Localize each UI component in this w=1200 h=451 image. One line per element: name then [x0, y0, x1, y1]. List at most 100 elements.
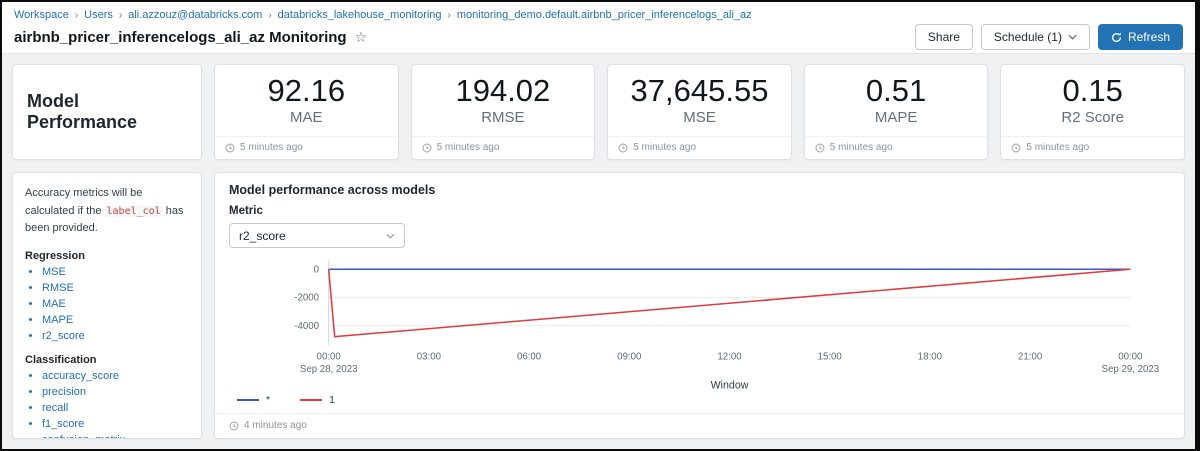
history-clock-icon — [618, 143, 628, 153]
chart-legend: * 1 — [229, 394, 1170, 406]
breadcrumb-separator: › — [268, 10, 271, 21]
breadcrumb-item-table[interactable]: monitoring_demo.default.airbnb_pricer_in… — [457, 9, 752, 21]
list-item: precision — [42, 386, 189, 398]
metric-label: MAPE — [875, 109, 918, 126]
metric-label: RMSE — [481, 109, 524, 126]
link-mape[interactable]: MAPE — [42, 314, 73, 326]
metric-select-label: Metric — [229, 205, 1170, 217]
link-r2-score[interactable]: r2_score — [42, 330, 85, 342]
link-mae[interactable]: MAE — [42, 298, 66, 310]
list-item: MAPE — [42, 314, 189, 326]
schedule-label: Schedule (1) — [994, 30, 1062, 44]
svg-text:Sep 29, 2023: Sep 29, 2023 — [1102, 365, 1160, 376]
page-header: Workspace › Users › ali.azzouz@databrick… — [2, 2, 1195, 54]
content-row: Accuracy metrics will be calculated if t… — [12, 172, 1185, 439]
breadcrumb: Workspace › Users › ali.azzouz@databrick… — [14, 9, 1183, 21]
svg-text:Window: Window — [711, 380, 749, 392]
page-title: airbnb_pricer_inferencelogs_ali_az Monit… — [14, 29, 347, 46]
legend-swatch — [300, 399, 322, 401]
metric-value: 37,645.55 — [631, 74, 769, 108]
breadcrumb-item-user-email[interactable]: ali.azzouz@databricks.com — [128, 9, 262, 21]
header-actions: Share Schedule (1) Refresh — [915, 24, 1183, 50]
updated-text: 5 minutes ago — [437, 142, 500, 153]
list-item: accuracy_score — [42, 370, 189, 382]
metric-label: MSE — [683, 109, 716, 126]
svg-text:Sep 28, 2023: Sep 28, 2023 — [300, 365, 358, 376]
legend-item-1[interactable]: 1 — [300, 394, 335, 406]
svg-text:12:00: 12:00 — [717, 352, 741, 363]
history-clock-icon — [1011, 143, 1021, 153]
regression-heading: Regression — [25, 250, 189, 262]
link-mse[interactable]: MSE — [42, 266, 66, 278]
history-clock-icon — [225, 143, 235, 153]
svg-text:-2000: -2000 — [294, 293, 319, 304]
classification-links: accuracy_score precision recall f1_score… — [25, 370, 189, 439]
classification-heading: Classification — [25, 354, 189, 366]
link-accuracy-score[interactable]: accuracy_score — [42, 370, 119, 382]
updated-text: 5 minutes ago — [240, 142, 303, 153]
svg-text:18:00: 18:00 — [918, 352, 942, 363]
updated-text: 4 minutes ago — [244, 420, 307, 431]
legend-label: 1 — [329, 394, 335, 406]
breadcrumb-separator: › — [119, 10, 122, 21]
dashboard-body: Model Performance 92.16 MAE 5 minutes ag… — [2, 54, 1195, 449]
kpi-row: Model Performance 92.16 MAE 5 minutes ag… — [12, 64, 1185, 160]
svg-text:00:00: 00:00 — [317, 352, 341, 363]
title-row: airbnb_pricer_inferencelogs_ali_az Monit… — [14, 24, 1183, 50]
metric-label: MAE — [290, 109, 323, 126]
metric-card-mse: 37,645.55 MSE 5 minutes ago — [607, 64, 792, 160]
breadcrumb-separator: › — [75, 10, 78, 21]
link-precision[interactable]: precision — [42, 386, 86, 398]
refresh-button[interactable]: Refresh — [1098, 24, 1183, 50]
updated-text: 5 minutes ago — [830, 142, 893, 153]
breadcrumb-item-users[interactable]: Users — [84, 9, 113, 21]
metric-card-mae: 92.16 MAE 5 minutes ago — [214, 64, 399, 160]
breadcrumb-item-workspace[interactable]: Workspace — [14, 9, 69, 21]
performance-line-chart: 0-2000-400000:00Sep 28, 202303:0006:0009… — [229, 256, 1170, 392]
history-clock-icon — [422, 143, 432, 153]
list-item: f1_score — [42, 418, 189, 430]
link-f1-score[interactable]: f1_score — [42, 418, 84, 430]
history-clock-icon — [229, 421, 239, 431]
link-recall[interactable]: recall — [42, 402, 68, 414]
breadcrumb-separator: › — [448, 10, 451, 21]
svg-text:-4000: -4000 — [294, 321, 319, 332]
section-title-card: Model Performance — [12, 64, 202, 160]
schedule-button[interactable]: Schedule (1) — [981, 24, 1090, 50]
metric-value: 0.51 — [866, 74, 926, 108]
app-window: Workspace › Users › ali.azzouz@databrick… — [0, 0, 1200, 451]
card-updated: 5 minutes ago — [1001, 136, 1184, 159]
metric-value: 0.15 — [1063, 74, 1123, 108]
breadcrumb-item-monitoring-folder[interactable]: databricks_lakehouse_monitoring — [278, 9, 442, 21]
list-item: MAE — [42, 298, 189, 310]
metric-card-r2: 0.15 R2 Score 5 minutes ago — [1000, 64, 1185, 160]
refresh-icon — [1111, 32, 1122, 43]
card-updated: 5 minutes ago — [412, 136, 595, 159]
inline-code-label-col: label_col — [105, 206, 163, 217]
history-clock-icon — [815, 143, 825, 153]
card-updated: 5 minutes ago — [215, 136, 398, 159]
list-item: RMSE — [42, 282, 189, 294]
svg-text:06:00: 06:00 — [517, 352, 541, 363]
svg-text:21:00: 21:00 — [1018, 352, 1042, 363]
accuracy-note: Accuracy metrics will be calculated if t… — [25, 185, 189, 238]
legend-item-star[interactable]: * — [237, 394, 270, 406]
refresh-label: Refresh — [1128, 30, 1170, 44]
chevron-down-icon — [386, 233, 395, 239]
share-label: Share — [928, 30, 960, 44]
share-button[interactable]: Share — [915, 24, 973, 50]
link-confusion-matrix[interactable]: confusion_matrix — [42, 434, 125, 439]
metric-select[interactable]: r2_score — [229, 223, 405, 248]
metric-value: 194.02 — [455, 74, 550, 108]
svg-text:03:00: 03:00 — [417, 352, 441, 363]
metrics-sidebar: Accuracy metrics will be calculated if t… — [12, 172, 202, 439]
link-rmse[interactable]: RMSE — [42, 282, 74, 294]
card-updated: 5 minutes ago — [805, 136, 988, 159]
list-item: r2_score — [42, 330, 189, 342]
favorite-star-icon[interactable]: ☆ — [355, 30, 368, 44]
card-updated: 5 minutes ago — [608, 136, 791, 159]
updated-text: 5 minutes ago — [1026, 142, 1089, 153]
legend-swatch — [237, 399, 259, 401]
section-title: Model Performance — [27, 91, 187, 133]
chart-title: Model performance across models — [229, 183, 1170, 197]
